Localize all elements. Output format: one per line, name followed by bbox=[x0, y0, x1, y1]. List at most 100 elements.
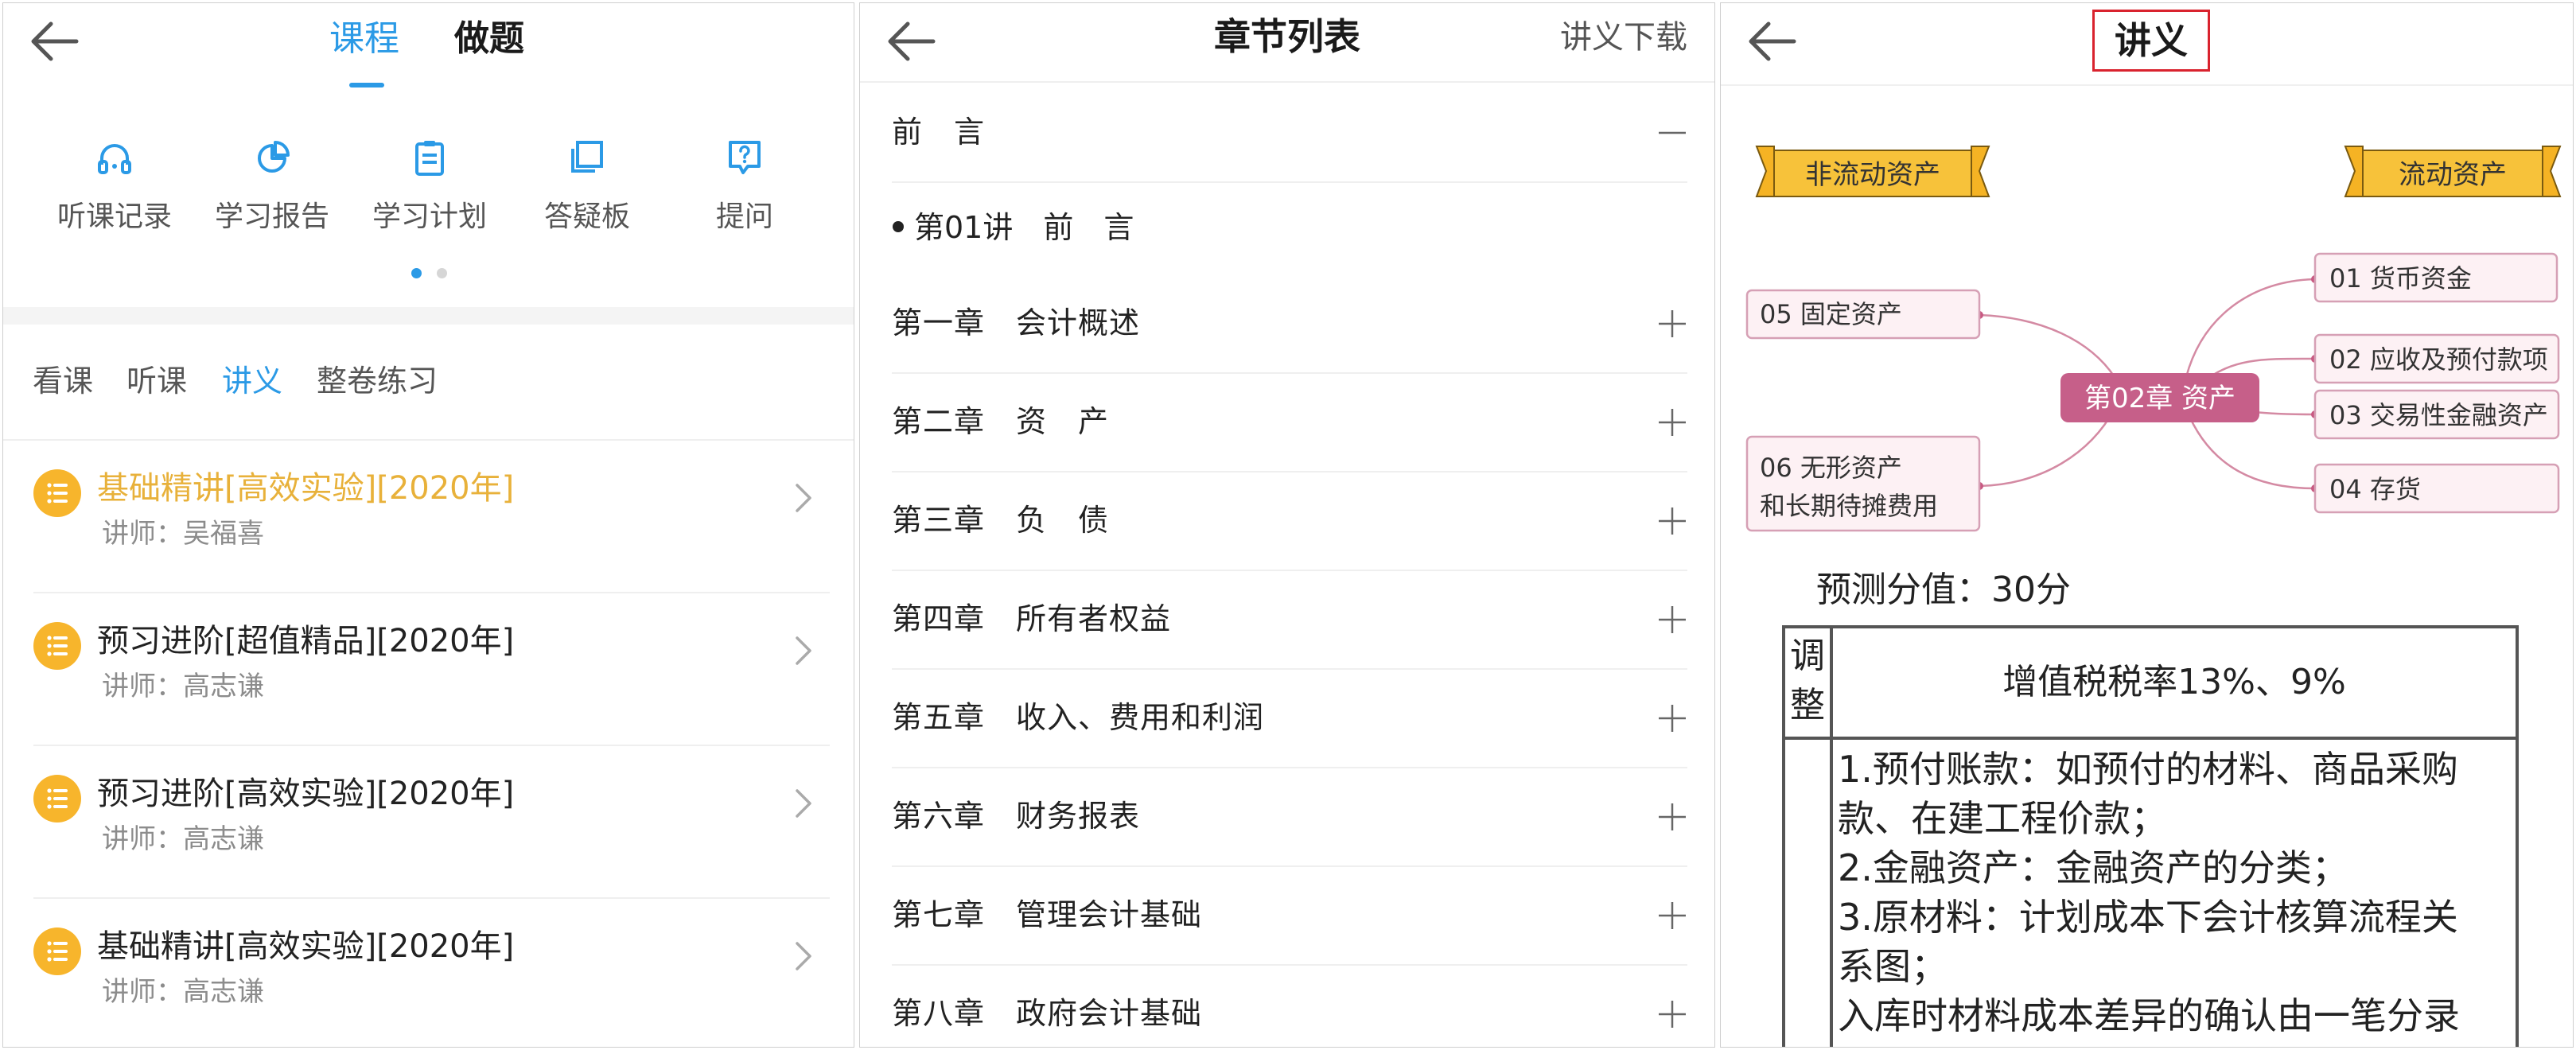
course-title: 预习进阶[高效实验][2020年] bbox=[97, 776, 515, 812]
course-item[interactable]: 预习进阶[超值精品][2020年] 讲师：高志谦 bbox=[3, 593, 854, 746]
node-label: 05 固定资产 bbox=[1760, 299, 1902, 329]
clipboard-icon bbox=[406, 134, 453, 182]
shortcut-label: 听课记录 bbox=[56, 200, 172, 233]
course-item[interactable]: 基础精讲[高效实验][2020年] 讲师：吴福喜 bbox=[3, 441, 854, 593]
chapter-item[interactable]: 第五章 收入、费用和利润 bbox=[892, 670, 1687, 768]
divider bbox=[1721, 84, 2573, 86]
expand-plus-icon[interactable] bbox=[1657, 999, 1687, 1029]
chapter-label: 第二章 资 产 bbox=[892, 404, 1110, 439]
banner-left-label: 非流动资产 bbox=[1805, 159, 1940, 191]
course-title: 基础精讲[高效实验][2020年] bbox=[97, 928, 515, 965]
collapse-minus-icon[interactable] bbox=[1657, 118, 1687, 148]
bullet-icon bbox=[893, 221, 904, 232]
body-line: 2.金融资产：金融资产的分类； bbox=[1838, 846, 2348, 889]
course-teacher: 讲师：高志谦 bbox=[102, 823, 264, 855]
expand-plus-icon[interactable] bbox=[1657, 506, 1687, 536]
node-label: 04 存货 bbox=[2329, 474, 2421, 504]
shortcut-label: 提问 bbox=[715, 200, 773, 233]
adjust-char: 调 bbox=[1790, 636, 1825, 676]
chevron-right-icon bbox=[791, 937, 816, 975]
chapter-item[interactable]: 第七章 管理会计基础 bbox=[892, 867, 1687, 966]
body-line: 入库时材料成本差异的确认由一笔分录 bbox=[1838, 994, 2460, 1037]
question-bubble-icon bbox=[721, 134, 769, 182]
expand-plus-icon[interactable] bbox=[1657, 407, 1687, 438]
handout-table: 调 整 增值税税率13%、9% 1.预付账款：如预付的材料、商品采购 款、在建工… bbox=[1782, 625, 2519, 1047]
chapter-label: 第六章 财务报表 bbox=[892, 799, 1141, 834]
expand-plus-icon[interactable] bbox=[1657, 802, 1687, 832]
body-line: 款、在建工程价款； bbox=[1838, 797, 2167, 840]
chapter-item[interactable]: 第三章 负 债 bbox=[892, 472, 1687, 571]
pie-chart-icon bbox=[248, 134, 296, 182]
active-tab-indicator bbox=[349, 83, 384, 88]
tab-exercise[interactable]: 做题 bbox=[454, 14, 524, 64]
subtab-full-practice[interactable]: 整卷练习 bbox=[317, 360, 438, 402]
adjust-char: 整 bbox=[1790, 685, 1825, 725]
shortcut-ask-question[interactable]: 提问 bbox=[665, 134, 824, 235]
shortcut-qa-board[interactable]: 答疑板 bbox=[508, 134, 667, 235]
back-arrow-icon[interactable] bbox=[1745, 18, 1800, 65]
chapter-item[interactable]: 第四章 所有者权益 bbox=[892, 571, 1687, 670]
course-panel: 课程 做题 听课记录 学习报告 学习计划 答疑板 提问 看课 听课 讲义 整卷练 bbox=[2, 2, 854, 1048]
tab-course[interactable]: 课程 bbox=[329, 14, 399, 64]
subtab-listen[interactable]: 听课 bbox=[126, 360, 187, 402]
chapter-label: 第三章 负 债 bbox=[892, 503, 1110, 538]
expand-plus-icon[interactable] bbox=[1657, 900, 1687, 931]
carousel-dot-active[interactable] bbox=[411, 268, 422, 278]
shortcut-study-plan[interactable]: 学习计划 bbox=[350, 134, 509, 235]
list-icon bbox=[33, 928, 81, 975]
title-highlight-box: 讲义 bbox=[2092, 10, 2210, 72]
lecture-label: 第01讲 前 言 bbox=[914, 210, 1134, 245]
divider bbox=[892, 181, 1687, 183]
expand-plus-icon[interactable] bbox=[1657, 309, 1687, 339]
back-arrow-icon[interactable] bbox=[27, 18, 83, 65]
center-node-label: 第02章 资产 bbox=[2084, 383, 2236, 414]
chapter-item[interactable]: 第六章 财务报表 bbox=[892, 768, 1687, 867]
node-label: 06 无形资产 bbox=[1760, 453, 1902, 483]
node-label: 和长期待摊费用 bbox=[1760, 491, 1938, 521]
course-title: 基础精讲[高效实验][2020年] bbox=[97, 470, 515, 507]
handout-viewer-panel: 讲义 非流动资产 流动资产 第02章 资产 05 固定资产 06 无形资产 和长… bbox=[1720, 2, 2574, 1048]
expand-plus-icon[interactable] bbox=[1657, 605, 1687, 635]
lecture-item[interactable]: 第01讲 前 言 bbox=[892, 188, 1687, 283]
mindmap-diagram: 非流动资产 流动资产 第02章 资产 05 固定资产 06 无形资产 和长期待摊… bbox=[1745, 146, 2562, 532]
course-teacher: 讲师：高志谦 bbox=[102, 976, 264, 1008]
chapter-label: 第八章 政府会计基础 bbox=[892, 996, 1203, 1031]
chapter-label: 第一章 会计概述 bbox=[892, 305, 1141, 340]
course-teacher: 讲师：高志谦 bbox=[102, 671, 264, 702]
table-body-cell: 1.预付账款：如预付的材料、商品采购 款、在建工程价款； 2.金融资产：金融资产… bbox=[1838, 745, 2514, 1040]
node-label: 02 应收及预付款项 bbox=[2329, 344, 2548, 375]
body-line: 3.原材料：计划成本下会计核算流程关 bbox=[1838, 896, 2458, 939]
chapter-item[interactable]: 第一章 会计概述 bbox=[892, 275, 1687, 374]
board-icon bbox=[563, 134, 611, 182]
subtab-handout[interactable]: 讲义 bbox=[222, 360, 282, 402]
shortcut-study-report[interactable]: 学习报告 bbox=[193, 134, 352, 235]
chapter-item[interactable]: 第八章 政府会计基础 bbox=[892, 966, 1687, 1047]
subtab-watch[interactable]: 看课 bbox=[33, 360, 93, 402]
course-item[interactable]: 预习进阶[高效实验][2020年] 讲师：高志谦 bbox=[3, 746, 854, 899]
table-border bbox=[1785, 737, 2516, 740]
headphones-icon bbox=[91, 134, 138, 182]
course-item[interactable]: 基础精讲[高效实验][2020年] 讲师：高志谦 bbox=[3, 899, 854, 1047]
shortcut-listen-record[interactable]: 听课记录 bbox=[35, 134, 194, 235]
chapter-label: 前 言 bbox=[892, 115, 986, 150]
chevron-right-icon bbox=[791, 632, 816, 670]
chapter-item-preface[interactable]: 前 言 bbox=[892, 84, 1687, 183]
carousel-dot[interactable] bbox=[437, 268, 447, 278]
node-label: 01 货币资金 bbox=[2329, 263, 2472, 294]
chapter-label: 第七章 管理会计基础 bbox=[892, 897, 1203, 932]
chapter-item[interactable]: 第二章 资 产 bbox=[892, 374, 1687, 472]
section-divider bbox=[3, 307, 854, 325]
chevron-right-icon bbox=[791, 784, 816, 822]
shortcut-label: 学习报告 bbox=[214, 200, 329, 233]
download-handout-button[interactable]: 讲义下载 bbox=[1560, 13, 1687, 62]
chapter-label: 第五章 收入、费用和利润 bbox=[892, 700, 1265, 735]
chevron-right-icon bbox=[791, 479, 816, 517]
expand-plus-icon[interactable] bbox=[1657, 703, 1687, 733]
body-line: 1.预付账款：如预付的材料、商品采购 bbox=[1838, 748, 2458, 791]
node-label: 03 交易性金融资产 bbox=[2329, 400, 2548, 430]
banner-right-label: 流动资产 bbox=[2399, 159, 2507, 191]
chapter-list-panel: 章节列表 讲义下载 前 言 第01讲 前 言 第一章 会计概述 第二章 资 产 … bbox=[859, 2, 1715, 1048]
divider bbox=[860, 81, 1714, 83]
body-line: 系图； bbox=[1838, 945, 1948, 988]
list-icon bbox=[33, 775, 81, 822]
